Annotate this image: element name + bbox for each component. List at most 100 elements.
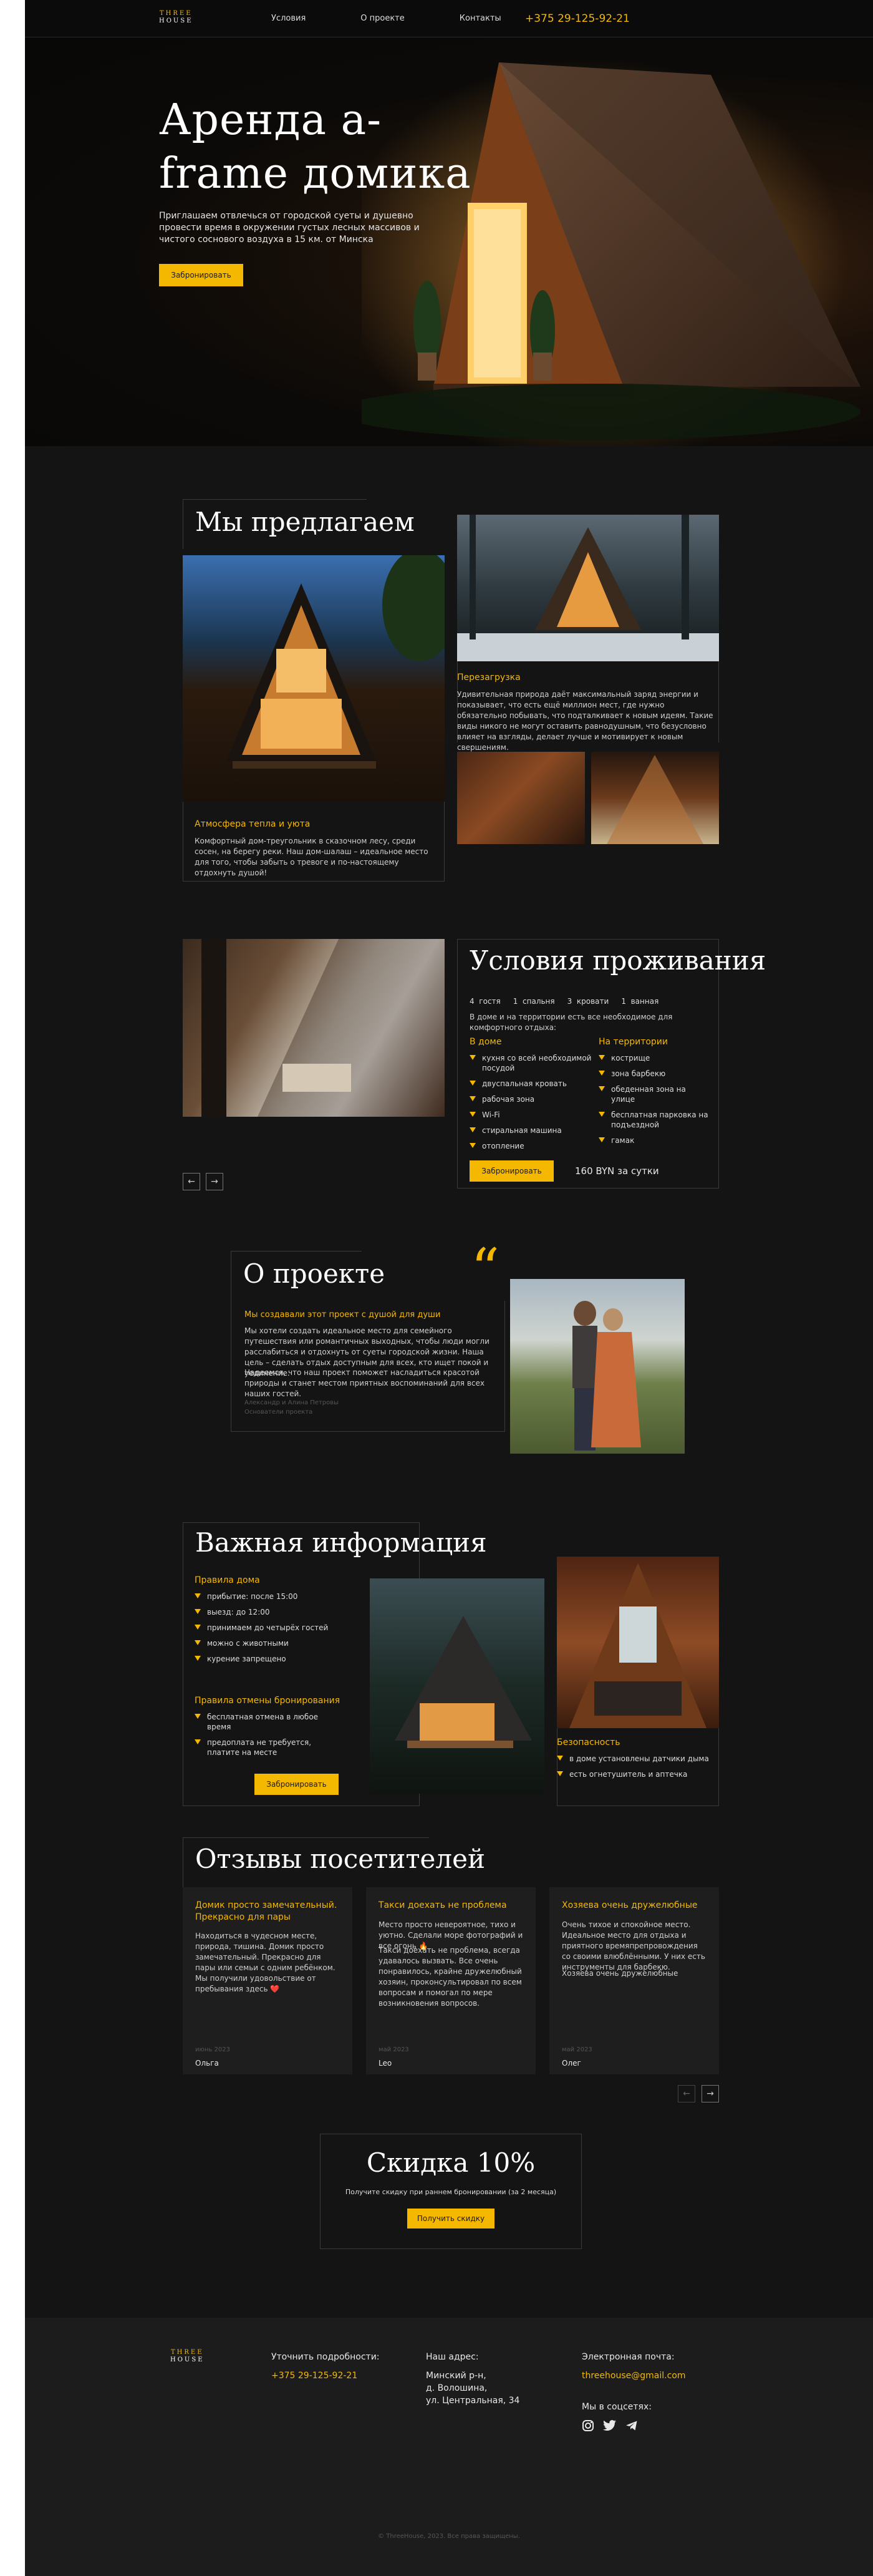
hero: Аренда a-frame домика Приглашаем отвлечь… — [25, 37, 873, 446]
footer-address-line-2: д. Волошина, — [426, 2383, 488, 2393]
stat-bedrooms: 1 спальня — [513, 997, 555, 1006]
conditions-price: 160 BYN за сутки — [575, 1165, 659, 1177]
conditions-prev-button[interactable]: ← — [183, 1173, 200, 1190]
list-item: гамак — [599, 1135, 711, 1145]
about-text-2: Надеемся, что наш проект поможет наслади… — [244, 1368, 485, 1398]
list-item: предоплата не требуется, платите на мест… — [195, 1738, 344, 1757]
footer-address-line-3: ул. Центральная, 34 — [426, 2396, 520, 2406]
review-date: май 2023 — [379, 2046, 409, 2053]
list-item: зона барбекю — [599, 1069, 711, 1079]
discount-button[interactable]: Получить скидку — [407, 2209, 494, 2228]
reviews-next-button[interactable]: → — [702, 2085, 719, 2102]
list-item: в доме установлены датчики дыма — [557, 1754, 713, 1764]
hero-title: Аренда a-frame домика — [159, 95, 471, 198]
about-signature-name: Александр и Алина Петровы — [244, 1399, 339, 1406]
review-text-2: Хозяева очень дружелюбные — [562, 1969, 678, 1978]
footer: THREE HOUSE Уточнить подробности: +375 2… — [25, 2318, 873, 2576]
about-signature-role: Основатели проекта — [244, 1409, 313, 1416]
logo-top: THREE — [170, 2349, 204, 2356]
stat-beds: 3 кровати — [567, 997, 609, 1006]
footer-email-label: Электронная почта: — [582, 2352, 675, 2362]
review-card: Такси доехать не проблема Место просто н… — [366, 1887, 536, 2074]
hero-text: Приглашаем отвлечься от городской суеты … — [159, 211, 420, 245]
footer-address-label: Наш адрес: — [426, 2352, 479, 2362]
conditions-territory-list: кострище зона барбекю обеденная зона на … — [599, 1053, 711, 1151]
review-text: Очень тихое и спокойное место. Идеальное… — [562, 1920, 705, 1971]
list-item: есть огнетушитель и аптечка — [557, 1769, 713, 1779]
footer-logo[interactable]: THREE HOUSE — [170, 2349, 205, 2364]
info-cancel-list: бесплатная отмена в любое время предопла… — [195, 1712, 344, 1763]
list-item: бесплатная отмена в любое время — [195, 1712, 344, 1732]
conditions-house-heading: В доме — [470, 1037, 502, 1047]
nav-item-conditions[interactable]: Условия — [271, 14, 306, 23]
footer-phone[interactable]: +375 29-125-92-21 — [271, 2369, 357, 2382]
offer-interior-image — [457, 752, 585, 844]
info-rules-heading: Правила дома — [195, 1575, 260, 1585]
info-bedroom-image — [557, 1557, 719, 1728]
footer-social-icons — [582, 2419, 638, 2432]
conditions-subtitle: В доме и на территории есть все необходи… — [470, 1013, 673, 1032]
offer-dogs-image — [591, 752, 719, 844]
quote-icon: “ — [471, 1237, 500, 1302]
conditions-image — [183, 939, 445, 1117]
nav-phone[interactable]: +375 29-125-92-21 — [525, 12, 630, 25]
list-item: бесплатная парковка на подъездной — [599, 1110, 711, 1130]
about-heading: Мы создавали этот проект с душой для душ… — [244, 1310, 441, 1320]
info-safety-heading: Безопасность — [557, 1738, 620, 1747]
review-date: май 2023 — [562, 2046, 592, 2053]
logo-top: THREE — [159, 10, 193, 17]
list-item: кухня со всей необходимой посудой — [470, 1053, 594, 1073]
info-book-button[interactable]: Забронировать — [254, 1774, 339, 1795]
footer-address-line-1: Минский р-н, — [426, 2371, 486, 2381]
twitter-icon[interactable] — [603, 2419, 617, 2432]
list-item: Wi-Fi — [470, 1110, 594, 1120]
conditions-territory-heading: На территории — [599, 1037, 668, 1047]
footer-copyright: © ThreeHouse, 2023. Все права защищены. — [378, 2533, 520, 2540]
info-safety-list: в доме установлены датчики дыма есть огн… — [557, 1754, 713, 1785]
reviews-prev-button[interactable]: ← — [678, 2085, 695, 2102]
offer-main-image — [183, 555, 445, 802]
page: THREE HOUSE Условия О проекте Контакты +… — [25, 0, 873, 2576]
review-heading: Хозяева очень дружелюбные — [562, 1900, 698, 1910]
review-author: Leo — [379, 2059, 392, 2068]
review-author: Ольга — [195, 2059, 219, 2068]
list-item: отопление — [470, 1141, 594, 1151]
conditions-title: Условия проживания — [470, 945, 766, 976]
offer-card2-text: Удивительная природа даёт максимальный з… — [457, 690, 713, 752]
telegram-icon[interactable] — [625, 2419, 638, 2432]
nav-item-about[interactable]: О проекте — [360, 14, 405, 23]
review-heading: Домик просто замечательный. Прекрасно дл… — [195, 1900, 337, 1922]
review-text-2: Такси доехать не проблема, всегда удавал… — [379, 1946, 522, 2008]
review-author: Олег — [562, 2059, 581, 2068]
stat-bathrooms: 1 ванная — [621, 997, 659, 1006]
info-cancel-heading: Правила отмены бронирования — [195, 1696, 340, 1706]
list-item: двуспальная кровать — [470, 1079, 594, 1089]
footer-email[interactable]: threehouse@gmail.com — [582, 2369, 686, 2382]
logo[interactable]: THREE HOUSE — [159, 10, 193, 25]
logo-bottom: HOUSE — [170, 2356, 205, 2363]
about-title: О проекте — [243, 1258, 385, 1289]
instagram-icon[interactable] — [582, 2419, 594, 2432]
about-couple-image — [510, 1279, 685, 1454]
hero-book-button[interactable]: Забронировать — [159, 264, 243, 286]
footer-social-label: Мы в соцсетях: — [582, 2402, 652, 2412]
nav-item-contacts[interactable]: Контакты — [460, 14, 501, 23]
offer-card1-heading: Атмосфера тепла и уюта — [195, 819, 311, 829]
offer-card2-heading: Перезагрузка — [457, 673, 521, 683]
discount-title: Скидка 10% — [366, 2147, 536, 2178]
conditions-stats: 4 гостя 1 спальня 3 кровати 1 ванная — [470, 997, 658, 1006]
list-item: кострище — [599, 1053, 711, 1063]
conditions-house-list: кухня со всей необходимой посудой двуспа… — [470, 1053, 594, 1157]
conditions-book-button[interactable]: Забронировать — [470, 1160, 554, 1182]
top-nav: THREE HOUSE Условия О проекте Контакты +… — [25, 0, 873, 37]
reviews-title: Отзывы посетителей — [195, 1844, 485, 1874]
list-item: обеденная зона на улице — [599, 1084, 711, 1104]
nav-links: Условия О проекте Контакты — [271, 14, 556, 23]
list-item: рабочая зона — [470, 1094, 594, 1104]
review-heading: Такси доехать не проблема — [379, 1900, 507, 1910]
footer-contact-label: Уточнить подробности: — [271, 2352, 380, 2362]
review-date: июнь 2023 — [195, 2046, 230, 2053]
info-cabin-image — [370, 1578, 544, 1794]
conditions-next-button[interactable]: → — [206, 1173, 223, 1190]
review-text: Находиться в чудесном месте, природа, ти… — [195, 1932, 335, 1993]
